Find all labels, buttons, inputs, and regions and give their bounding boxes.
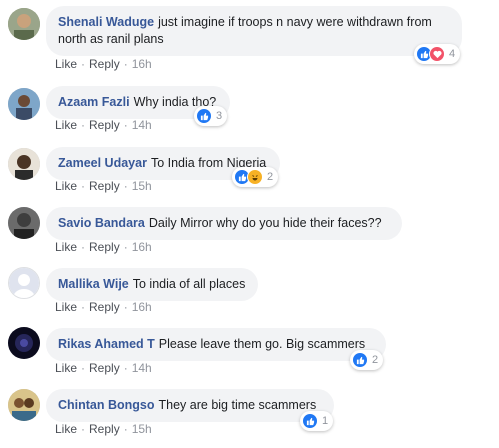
avatar[interactable] (8, 207, 40, 239)
reaction-summary[interactable]: 4 (414, 44, 461, 64)
timestamp[interactable]: 15h (132, 422, 152, 436)
avatar[interactable] (8, 148, 40, 180)
comment-actions: Like · Reply · 16h (55, 240, 152, 254)
love-icon (429, 46, 445, 62)
timestamp[interactable]: 14h (132, 118, 152, 132)
reply-link[interactable]: Reply (89, 57, 120, 71)
reaction-count: 4 (449, 48, 456, 60)
reply-link[interactable]: Reply (89, 179, 120, 193)
like-icon (196, 108, 212, 124)
comment-bubble: Savio Bandara Daily Mirror why do you hid… (46, 207, 402, 240)
like-link[interactable]: Like (55, 118, 77, 132)
reply-link[interactable]: Reply (89, 300, 120, 314)
comment-bubble: Chintan Bongso They are big time scammers (46, 389, 334, 422)
comment-author[interactable]: Chintan Bongso (58, 398, 155, 412)
comment-text: To india of all places (132, 277, 246, 291)
avatar[interactable] (8, 88, 40, 120)
comment-text: They are big time scammers (158, 398, 317, 412)
like-link[interactable]: Like (55, 240, 77, 254)
comment-actions: Like · Reply · 14h (55, 361, 152, 375)
avatar-photo-icon (8, 207, 40, 239)
comment-bubble: Shenali Waduge just imagine if troops n n… (46, 6, 462, 56)
avatar-photo-icon (8, 88, 40, 120)
comment-text: Please leave them go. Big scammers (158, 337, 366, 351)
like-link[interactable]: Like (55, 57, 77, 71)
reaction-summary[interactable]: 2 (350, 350, 384, 370)
comment-author[interactable]: Azaam Fazli (58, 95, 130, 109)
reply-link[interactable]: Reply (89, 240, 120, 254)
avatar-photo-icon (8, 8, 40, 40)
avatar-photo-icon (8, 148, 40, 180)
comment-actions: Like · Reply · 16h (55, 57, 152, 71)
comment-author[interactable]: Shenali Waduge (58, 15, 154, 29)
reply-link[interactable]: Reply (89, 118, 120, 132)
like-link[interactable]: Like (55, 179, 77, 193)
comment-actions: Like · Reply · 14h (55, 118, 152, 132)
reaction-summary[interactable]: 3 (194, 106, 228, 126)
reaction-summary[interactable]: 1 (300, 411, 334, 431)
comment-actions: Like · Reply · 15h (55, 422, 152, 436)
avatar[interactable] (8, 267, 40, 299)
like-icon (302, 413, 318, 429)
reaction-count: 1 (322, 415, 329, 427)
like-link[interactable]: Like (55, 422, 77, 436)
comment-author[interactable]: Rikas Ahamed T (58, 337, 155, 351)
reaction-summary[interactable]: 2 (232, 167, 279, 187)
timestamp[interactable]: 14h (132, 361, 152, 375)
like-icon (352, 352, 368, 368)
reply-link[interactable]: Reply (89, 361, 120, 375)
avatar[interactable] (8, 327, 40, 359)
comment-bubble: Rikas Ahamed T Please leave them go. Big … (46, 328, 386, 361)
timestamp[interactable]: 16h (132, 300, 152, 314)
haha-icon (247, 169, 263, 185)
avatar-photo-icon (8, 389, 40, 421)
reaction-count: 3 (216, 110, 223, 122)
default-avatar-icon (9, 268, 39, 298)
like-link[interactable]: Like (55, 361, 77, 375)
reaction-count: 2 (372, 354, 379, 366)
comment-author[interactable]: Savio Bandara (58, 216, 145, 230)
reaction-count: 2 (267, 171, 274, 183)
avatar-photo-icon (8, 327, 40, 359)
timestamp[interactable]: 16h (132, 240, 152, 254)
avatar[interactable] (8, 389, 40, 421)
comment-author[interactable]: Mallika Wije (58, 277, 129, 291)
comment-text: Daily Mirror why do you hide their faces… (148, 216, 382, 230)
comment-bubble: Mallika Wije To india of all places (46, 268, 258, 301)
reply-link[interactable]: Reply (89, 422, 120, 436)
comment-actions: Like · Reply · 15h (55, 179, 152, 193)
timestamp[interactable]: 15h (132, 179, 152, 193)
timestamp[interactable]: 16h (132, 57, 152, 71)
like-link[interactable]: Like (55, 300, 77, 314)
comment-author[interactable]: Zameel Udayar (58, 156, 147, 170)
avatar[interactable] (8, 8, 40, 40)
comment-actions: Like · Reply · 16h (55, 300, 152, 314)
